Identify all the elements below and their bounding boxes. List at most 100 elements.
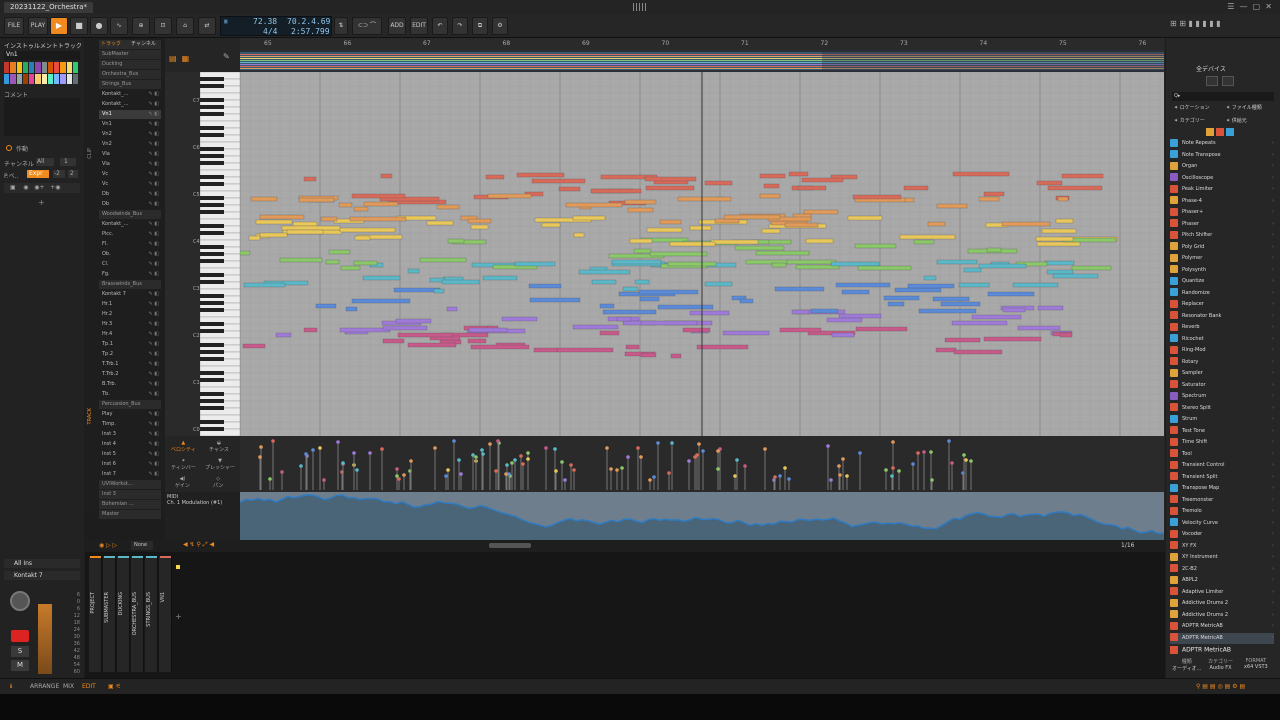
device-item[interactable]: Treemonster › (1170, 495, 1274, 506)
track-row[interactable]: Kontakt_... ✎ ◧ (99, 90, 161, 99)
device-item[interactable]: Transpose Map › (1170, 483, 1274, 494)
color-swatch[interactable] (41, 62, 47, 73)
track-row[interactable]: Play ✎ ◧ (99, 410, 161, 419)
device-item[interactable]: Tool › (1170, 449, 1274, 460)
filter-filetype[interactable]: ✶ ファイル種類 (1226, 104, 1262, 111)
color-swatch[interactable] (22, 62, 28, 73)
track-lock-icon[interactable]: ✎ ◧ (148, 100, 159, 109)
track-lock-icon[interactable]: ✎ ◧ (148, 250, 159, 259)
document-tab[interactable]: 20231122_Orchestra* (4, 2, 94, 13)
record-arm-button[interactable] (11, 630, 29, 642)
add-track-icon[interactable]: + (175, 612, 182, 621)
chance-tab[interactable]: ◒ チャンス (209, 440, 229, 453)
velocity-lane[interactable] (240, 436, 1164, 492)
gain-tab[interactable]: ◀) ゲイン (175, 476, 190, 489)
punch-icon[interactable]: ⇄ (198, 17, 216, 35)
color-swatch[interactable] (54, 73, 60, 84)
automation-param[interactable]: Ch. 1 Modulation (#1) (167, 500, 238, 506)
track-row[interactable]: Orchestra_Bus (99, 70, 161, 79)
automation-lane[interactable] (239, 492, 1165, 540)
track-row[interactable]: Strings_Bus (99, 80, 161, 89)
device-item[interactable]: Phase-4 › (1170, 196, 1274, 207)
horizontal-scrollbar[interactable] (489, 543, 531, 548)
expression-range-low[interactable]: -2 (53, 170, 65, 178)
track-row[interactable]: UVIWorkst... (99, 480, 161, 489)
arrange-mode[interactable]: ARRANGE (30, 683, 59, 690)
device-item[interactable]: Peak Limiter › (1170, 184, 1274, 195)
track-lock-icon[interactable]: ✎ ◧ (148, 460, 159, 469)
mixer-strip[interactable]: PROJECT (89, 556, 102, 672)
search-input[interactable]: Q▸ (1172, 92, 1274, 101)
groove-icon[interactable]: ⊂⊃ ⌒ (352, 17, 382, 35)
comment-field[interactable] (4, 98, 80, 136)
track-row[interactable]: Inst 3 (99, 490, 161, 499)
track-row[interactable]: Kontakt_... ✎ ◧ (99, 220, 161, 229)
track-row[interactable]: Hr.4 ✎ ◧ (99, 330, 161, 339)
track-lock-icon[interactable]: ✎ ◧ (148, 140, 159, 149)
device-item[interactable]: ADPTR MetricAB › (1170, 632, 1274, 644)
track-lock-icon[interactable]: ✎ ◧ (148, 350, 159, 359)
track-lock-icon[interactable]: ✎ ◧ (148, 240, 159, 249)
color-swatch[interactable] (22, 73, 28, 84)
track-lock-icon[interactable]: ✎ ◧ (148, 200, 159, 209)
track-row[interactable]: Ducking (99, 60, 161, 69)
track-row[interactable]: Inst 4 ✎ ◧ (99, 440, 161, 449)
note-fx-row[interactable]: ▣ ◉ ◉+ +◉ (4, 183, 80, 193)
track-lock-icon[interactable]: ✎ ◧ (148, 410, 159, 419)
expression-range-high[interactable]: 2 (68, 170, 78, 178)
track-row[interactable]: Kontakt_... ✎ ◧ (99, 100, 161, 109)
track-row[interactable]: Woodwinds_Bus (99, 210, 161, 219)
track-lock-icon[interactable]: ✎ ◧ (148, 130, 159, 139)
channel-select[interactable]: All (36, 158, 54, 166)
play-icon[interactable]: ▶ (50, 17, 68, 35)
track-row[interactable]: Vn2 ✎ ◧ (99, 140, 161, 149)
copy-icon[interactable]: ⧉ (472, 17, 488, 35)
device-item[interactable]: Velocity Curve › (1170, 518, 1274, 529)
track-lock-icon[interactable]: ✎ ◧ (148, 340, 159, 349)
track-row[interactable]: Vn1 ✎ ◧ (99, 110, 161, 119)
track-lock-icon[interactable]: ✎ ◧ (148, 470, 159, 479)
instrument-select[interactable]: Kontakt 7 (4, 571, 80, 580)
filter-category[interactable]: ✶ カテゴリー (1174, 117, 1205, 124)
device-item[interactable]: Vocoder › (1170, 529, 1274, 540)
track-lock-icon[interactable]: ✎ ◧ (148, 290, 159, 299)
track-lock-icon[interactable]: ✎ ◧ (148, 260, 159, 269)
overdub-icon[interactable]: ⊕ (132, 17, 150, 35)
color-swatch[interactable] (66, 62, 72, 73)
track-row[interactable]: Tb. ✎ ◧ (99, 390, 161, 399)
device-item[interactable]: Ricochet › (1170, 334, 1274, 345)
color-swatch[interactable] (16, 73, 22, 84)
color-swatch[interactable] (47, 62, 53, 73)
device-item[interactable]: Ring-Mod › (1170, 345, 1274, 356)
track-lock-icon[interactable]: ✎ ◧ (148, 300, 159, 309)
track-row[interactable]: Inst 3 ✎ ◧ (99, 430, 161, 439)
file-button[interactable]: FILE (4, 17, 24, 35)
color-swatch[interactable] (72, 73, 78, 84)
color-swatch[interactable] (35, 62, 41, 73)
volume-knob[interactable] (10, 591, 30, 611)
device-item[interactable]: Note Transpose › (1170, 150, 1274, 161)
device-item[interactable]: Replacer › (1170, 299, 1274, 310)
filter-vendor[interactable]: ✶ 供給元 (1226, 117, 1247, 124)
track-row[interactable]: Vla ✎ ◧ (99, 160, 161, 169)
device-item[interactable]: Saturator › (1170, 380, 1274, 391)
device-item[interactable]: Resonator Bank › (1170, 311, 1274, 322)
device-item[interactable]: Polymer › (1170, 253, 1274, 264)
track-row[interactable]: Tp.1 ✎ ◧ (99, 340, 161, 349)
metronome-icon[interactable]: ⌂ (176, 17, 194, 35)
mixer-strip[interactable]: STRINGS_BUS (145, 556, 158, 672)
track-row[interactable]: Brasswinds_Bus (99, 280, 161, 289)
device-item[interactable]: ADPTR MetricAB › (1170, 621, 1274, 632)
track-row[interactable]: Vn1 ✎ ◧ (99, 120, 161, 129)
undo-icon[interactable]: ↶ (432, 17, 448, 35)
color-swatch[interactable] (10, 73, 16, 84)
velocity-tab[interactable]: ▲ ベロシティ (171, 440, 196, 453)
mute-button[interactable]: M (11, 660, 29, 671)
device-item[interactable]: Randomize › (1170, 288, 1274, 299)
device-item[interactable]: XY FX › (1170, 541, 1274, 552)
track-lock-icon[interactable]: ✎ ◧ (148, 450, 159, 459)
track-row[interactable]: Fl. ✎ ◧ (99, 240, 161, 249)
device-item[interactable]: Polysynth › (1170, 265, 1274, 276)
track-row[interactable]: Db ✎ ◧ (99, 190, 161, 199)
layout-icons[interactable]: ⊞ ⊞ ▮ ▮ ▮ ▮ ▮ (1170, 19, 1270, 33)
